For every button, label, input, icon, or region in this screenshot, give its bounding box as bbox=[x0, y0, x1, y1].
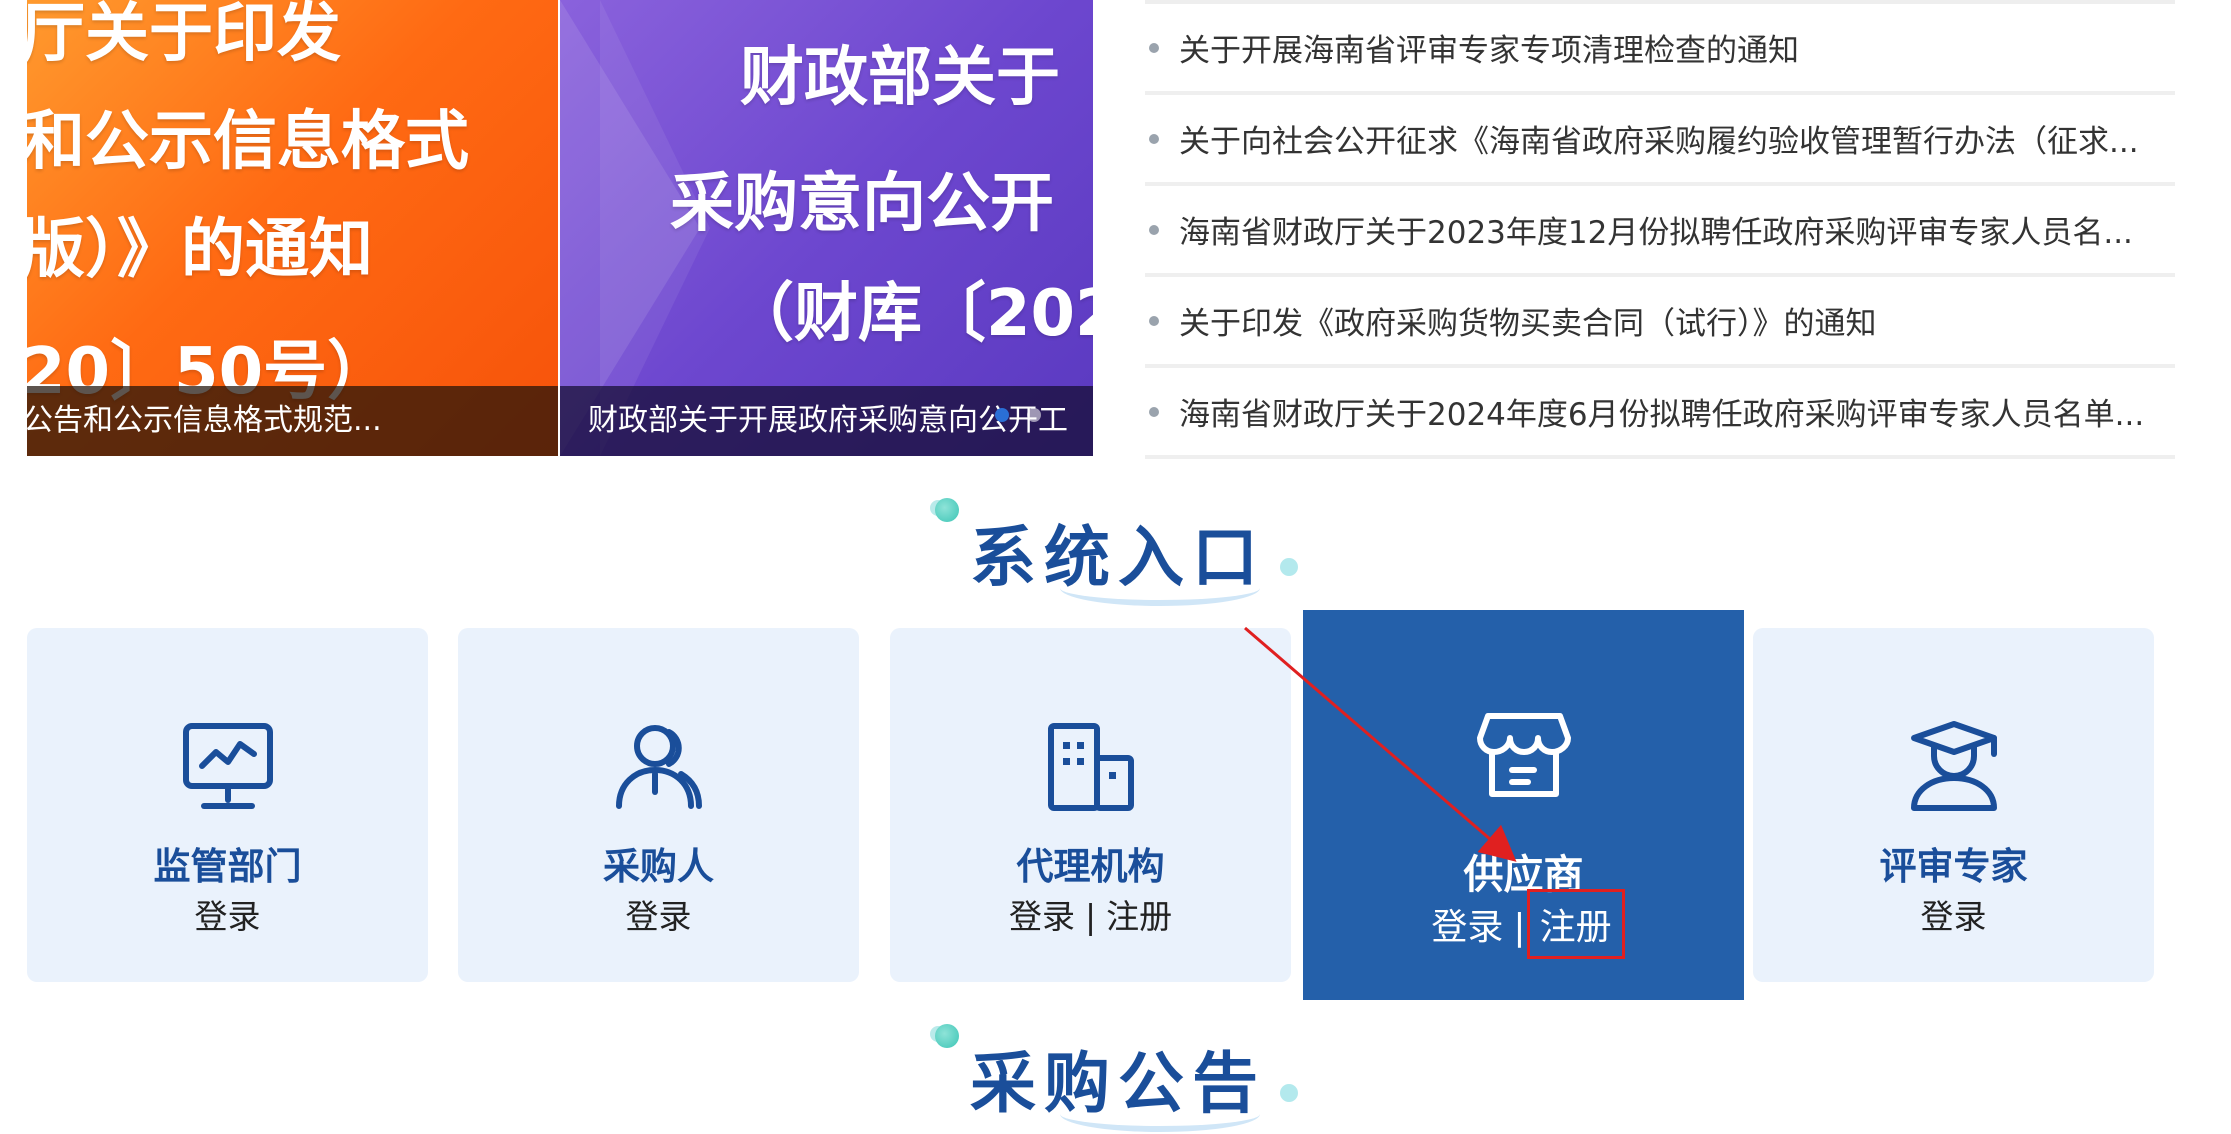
entry-title: 采购人 bbox=[603, 845, 714, 888]
separator: | bbox=[1084, 897, 1097, 936]
bullet-icon bbox=[1149, 224, 1159, 235]
decor-dot-icon bbox=[1280, 1084, 1298, 1102]
register-link[interactable]: 注册 bbox=[1526, 889, 1625, 959]
news-link[interactable]: 关于开展海南省评审专家专项清理检查的通知 bbox=[1179, 25, 2175, 70]
login-link[interactable]: 登录 bbox=[1921, 890, 1987, 938]
separator: | bbox=[1513, 907, 1526, 948]
bullet-icon bbox=[1149, 133, 1159, 144]
decor-dot-icon bbox=[1280, 558, 1298, 576]
entry-title: 代理机构 bbox=[1016, 845, 1165, 888]
banner-slide-1[interactable]: 厅关于印发 和公示信息格式 版）》的通知 20〕50号） 公告和公示信息格式规范… bbox=[27, 0, 558, 456]
decor-dot-icon bbox=[935, 498, 959, 522]
entry-card-regulator[interactable]: 监管部门 登录 bbox=[27, 628, 428, 982]
news-item[interactable]: 关于向社会公开征求《海南省政府采购履约验收管理暂行办法（征求... bbox=[1145, 95, 2175, 186]
slide1-line-3: 版）》的通知 bbox=[27, 213, 373, 287]
slide2-line-1: 财政部关于 bbox=[740, 41, 1060, 115]
entry-title: 评审专家 bbox=[1879, 845, 2028, 888]
entry-actions: 登录 bbox=[458, 890, 859, 938]
section-title-procurement-notice: 采购公告 bbox=[930, 1024, 1300, 1134]
entry-actions: 登录 bbox=[27, 890, 428, 938]
decor-dot-icon bbox=[935, 1024, 959, 1048]
news-item[interactable]: 关于开展海南省评审专家专项清理检查的通知 bbox=[1145, 4, 2175, 95]
entry-card-supplier[interactable]: 供应商 登录 | 注册 bbox=[1303, 610, 1744, 1000]
slide2-line-3: （财库〔202 bbox=[730, 277, 1093, 351]
slide2-line-2: 采购意向公开 bbox=[670, 167, 1054, 241]
building-icon bbox=[1043, 718, 1139, 814]
banner-carousel[interactable]: 厅关于印发 和公示信息格式 版）》的通知 20〕50号） 公告和公示信息格式规范… bbox=[27, 0, 1093, 456]
entry-title: 供应商 bbox=[1463, 852, 1584, 898]
monitor-chart-icon bbox=[180, 718, 276, 814]
news-item[interactable]: 关于印发《政府采购货物买卖合同（试行）》的通知 bbox=[1145, 277, 2175, 368]
bullet-icon bbox=[1149, 42, 1159, 53]
register-link[interactable]: 注册 bbox=[1106, 890, 1172, 938]
login-link[interactable]: 登录 bbox=[1431, 898, 1503, 950]
bullet-icon bbox=[1149, 315, 1159, 326]
entry-actions: 登录 | 注册 bbox=[1303, 889, 1744, 959]
storefront-icon bbox=[1476, 706, 1572, 802]
section-title-system-entry: 系统入口 bbox=[930, 498, 1300, 608]
news-item[interactable]: 海南省财政厅关于2024年度6月份拟聘任政府采购评审专家人员名单... bbox=[1145, 368, 2175, 459]
entry-actions: 登录 bbox=[1753, 890, 2154, 938]
entry-title: 监管部门 bbox=[153, 845, 302, 888]
news-list: 关于开展海南省评审专家专项清理检查的通知 关于向社会公开征求《海南省政府采购履约… bbox=[1145, 0, 2175, 459]
slide1-line-2: 和公示信息格式 bbox=[27, 105, 469, 179]
slide1-line-1: 厅关于印发 bbox=[27, 0, 341, 71]
carousel-dot-2[interactable] bbox=[1027, 408, 1041, 422]
news-link[interactable]: 关于印发《政府采购货物买卖合同（试行）》的通知 bbox=[1179, 298, 2175, 343]
news-link[interactable]: 海南省财政厅关于2024年度6月份拟聘任政府采购评审专家人员名单... bbox=[1179, 389, 2175, 434]
entry-actions: 登录 | 注册 bbox=[890, 890, 1291, 938]
carousel-dot-1[interactable] bbox=[995, 408, 1009, 422]
login-link[interactable]: 登录 bbox=[626, 890, 692, 938]
slide1-caption[interactable]: 公告和公示信息格式规范... bbox=[27, 386, 558, 456]
carousel-dots bbox=[995, 408, 1041, 422]
section-heading: 系统入口 bbox=[970, 519, 1266, 596]
news-link[interactable]: 关于向社会公开征求《海南省政府采购履约验收管理暂行办法（征求... bbox=[1179, 116, 2175, 161]
bullet-icon bbox=[1149, 406, 1159, 417]
users-icon bbox=[611, 718, 707, 814]
news-item[interactable]: 海南省财政厅关于2023年度12月份拟聘任政府采购评审专家人员名... bbox=[1145, 186, 2175, 277]
login-link[interactable]: 登录 bbox=[195, 890, 261, 938]
login-link[interactable]: 登录 bbox=[1009, 890, 1075, 938]
entry-card-purchaser[interactable]: 采购人 登录 bbox=[458, 628, 859, 982]
banner-slide-2[interactable]: 财政部关于 采购意向公开 （财库〔202 财政部关于开展政府采购意向公开工 bbox=[560, 0, 1093, 456]
graduate-icon bbox=[1906, 718, 2002, 814]
entry-card-agency[interactable]: 代理机构 登录 | 注册 bbox=[890, 628, 1291, 982]
news-link[interactable]: 海南省财政厅关于2023年度12月份拟聘任政府采购评审专家人员名... bbox=[1179, 207, 2175, 252]
entry-card-expert[interactable]: 评审专家 登录 bbox=[1753, 628, 2154, 982]
